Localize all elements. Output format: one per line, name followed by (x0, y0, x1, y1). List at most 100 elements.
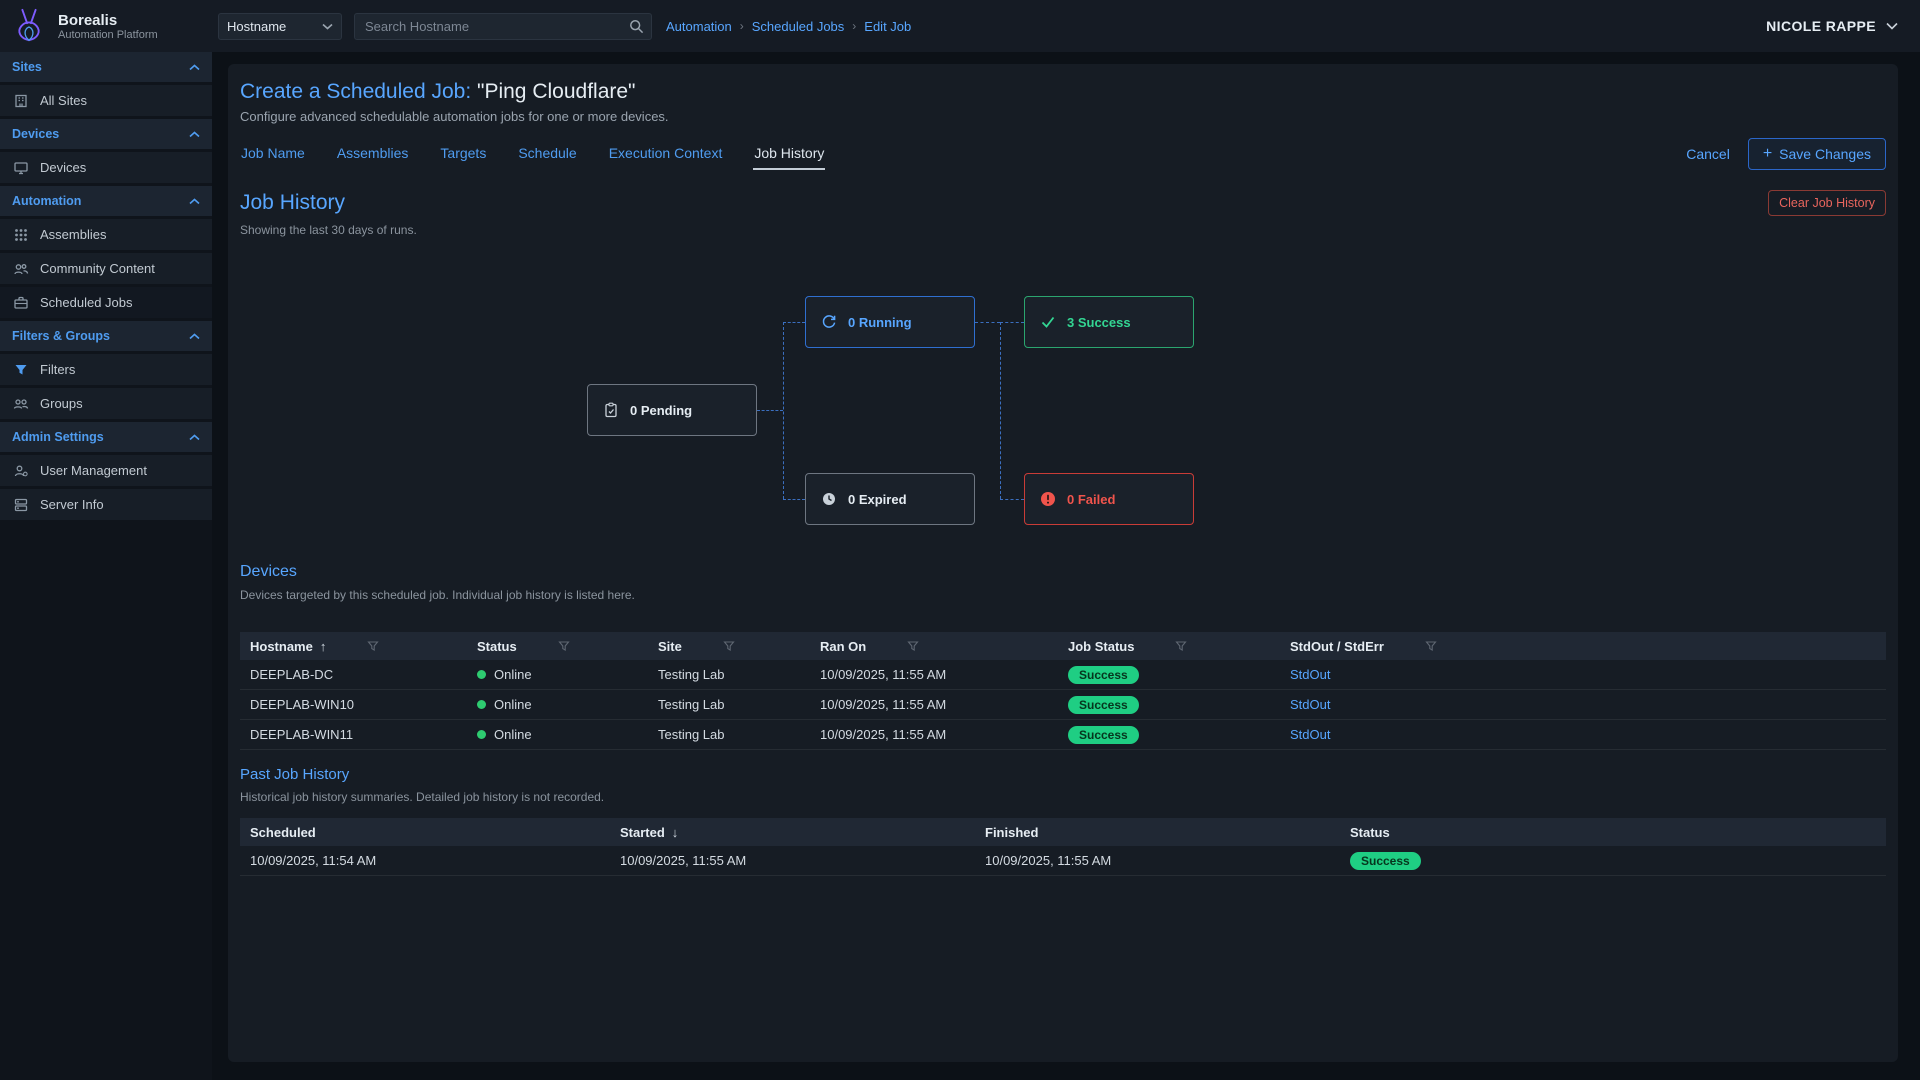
flow-connector (975, 322, 1000, 323)
breadcrumb-automation[interactable]: Automation (666, 19, 732, 34)
column-header-stdout-stderr[interactable]: StdOut / StdErr (1280, 632, 1886, 660)
chevron-down-icon (1886, 22, 1898, 30)
sidebar-section-automation[interactable]: Automation (0, 186, 212, 216)
sidebar-item-server-info[interactable]: Server Info (0, 489, 212, 520)
cell-ran-on: 10/09/2025, 11:55 AM (810, 720, 1058, 750)
cell-stdout: StdOut (1280, 660, 1886, 690)
sidebar-section-sites[interactable]: Sites (0, 52, 212, 82)
cell-job-status: Success (1058, 720, 1280, 750)
column-header-status[interactable]: Status (1340, 818, 1886, 846)
page-title: Create a Scheduled Job: "Ping Cloudflare… (240, 80, 1886, 104)
chevron-up-icon (189, 64, 200, 71)
tab-targets[interactable]: Targets (439, 138, 487, 170)
page-title-prefix: Create a Scheduled Job: (240, 80, 471, 103)
tab-job-history[interactable]: Job History (753, 138, 825, 170)
breadcrumb-scheduled-jobs[interactable]: Scheduled Jobs (752, 19, 845, 34)
tab-actions: Cancel + Save Changes (1686, 138, 1886, 170)
online-dot-icon (477, 730, 486, 739)
job-history-header-row: Job History Clear Job History (240, 190, 1886, 216)
borealis-logo-icon (10, 7, 48, 45)
filter-icon[interactable] (558, 640, 570, 652)
filter-icon[interactable] (723, 640, 735, 652)
groups-icon (13, 396, 29, 412)
pending-clipboard-icon (603, 402, 619, 418)
search-icon[interactable] (629, 19, 644, 34)
column-header-status[interactable]: Status (467, 632, 648, 660)
column-header-job-status[interactable]: Job Status (1058, 632, 1280, 660)
sidebar-item-devices[interactable]: Devices (0, 152, 212, 183)
past-job-history-subheading: Historical job history summaries. Detail… (240, 790, 1886, 804)
sidebar-section-filters-groups[interactable]: Filters & Groups (0, 321, 212, 351)
devices-icon (13, 160, 29, 176)
sidebar-item-filters[interactable]: Filters (0, 354, 212, 385)
breadcrumb: Automation › Scheduled Jobs › Edit Job (666, 19, 911, 34)
tab-execution-context[interactable]: Execution Context (608, 138, 724, 170)
filter-icon[interactable] (907, 640, 919, 652)
hostname-select[interactable]: Hostname (218, 13, 342, 40)
sidebar-item-assemblies[interactable]: Assemblies (0, 219, 212, 250)
sidebar-item-scheduled-jobs[interactable]: Scheduled Jobs (0, 287, 212, 318)
column-header-hostname[interactable]: Hostname ↑ (240, 632, 467, 660)
sidebar-section-devices[interactable]: Devices (0, 119, 212, 149)
filter-icon[interactable] (1425, 640, 1437, 652)
cell-site: Testing Lab (648, 720, 810, 750)
sidebar-item-groups[interactable]: Groups (0, 388, 212, 419)
tab-assemblies[interactable]: Assemblies (336, 138, 410, 170)
cell-hostname: DEEPLAB-WIN10 (240, 690, 467, 720)
edit-job-card: Create a Scheduled Job: "Ping Cloudflare… (228, 64, 1898, 1062)
breadcrumb-edit-job[interactable]: Edit Job (864, 19, 911, 34)
chevron-up-icon (189, 434, 200, 441)
cell-status: Online (467, 720, 648, 750)
stdout-link[interactable]: StdOut (1290, 697, 1330, 712)
online-dot-icon (477, 670, 486, 679)
devices-subheading: Devices targeted by this scheduled job. … (240, 588, 1886, 602)
search-input[interactable] (354, 13, 652, 40)
sidebar-item-all-sites[interactable]: All Sites (0, 85, 212, 116)
breadcrumb-separator: › (740, 19, 744, 33)
cell-ran-on: 10/09/2025, 11:55 AM (810, 690, 1058, 720)
flow-success-box[interactable]: 3 Success (1024, 296, 1194, 348)
clear-job-history-button[interactable]: Clear Job History (1768, 190, 1886, 216)
sidebar-section-admin-settings[interactable]: Admin Settings (0, 422, 212, 452)
filter-icon[interactable] (1175, 640, 1187, 652)
tab-job-name[interactable]: Job Name (240, 138, 306, 170)
column-header-ran-on[interactable]: Ran On (810, 632, 1058, 660)
cell-status: Online (467, 690, 648, 720)
status-badge: Success (1350, 852, 1421, 870)
chevron-up-icon (189, 131, 200, 138)
flow-expired-box[interactable]: 0 Expired (805, 473, 975, 525)
stdout-link[interactable]: StdOut (1290, 727, 1330, 742)
tab-schedule[interactable]: Schedule (517, 138, 577, 170)
flow-pending-box[interactable]: 0 Pending (587, 384, 757, 436)
column-header-site[interactable]: Site (648, 632, 810, 660)
past-job-history-heading: Past Job History (240, 766, 1886, 783)
flow-running-box[interactable]: 0 Running (805, 296, 975, 348)
column-header-finished[interactable]: Finished (975, 818, 1340, 846)
page-subtitle: Configure advanced schedulable automatio… (240, 109, 1886, 124)
save-changes-button[interactable]: + Save Changes (1748, 138, 1886, 170)
flow-failed-box[interactable]: 0 Failed (1024, 473, 1194, 525)
flow-connector (1000, 322, 1024, 323)
column-header-scheduled[interactable]: Scheduled (240, 818, 610, 846)
brand-subtitle: Automation Platform (58, 29, 158, 41)
devices-table: Hostname ↑ Status Site Ran On Job (240, 632, 1886, 750)
chevron-up-icon (189, 198, 200, 205)
cancel-button[interactable]: Cancel (1686, 146, 1730, 162)
sidebar: Sites All Sites Devices Devices Automati… (0, 52, 212, 1080)
server-info-icon (13, 497, 29, 513)
user-menu[interactable]: NICOLE RAPPE (1766, 18, 1898, 34)
table-row: DEEPLAB-WIN10 Online Testing Lab 10/09/2… (240, 690, 1886, 720)
sort-asc-icon: ↑ (320, 639, 327, 654)
column-header-started[interactable]: Started↓ (610, 818, 975, 846)
online-dot-icon (477, 700, 486, 709)
assemblies-grid-icon (13, 227, 29, 243)
sort-desc-icon: ↓ (672, 825, 679, 840)
filter-icon[interactable] (367, 640, 379, 652)
cell-finished: 10/09/2025, 11:55 AM (975, 846, 1340, 876)
top-bar: Borealis Automation Platform Hostname Au… (0, 0, 1920, 52)
sidebar-item-community-content[interactable]: Community Content (0, 253, 212, 284)
sidebar-item-user-management[interactable]: User Management (0, 455, 212, 486)
flow-connector (783, 499, 805, 500)
stdout-link[interactable]: StdOut (1290, 667, 1330, 682)
failed-error-icon (1040, 491, 1056, 507)
